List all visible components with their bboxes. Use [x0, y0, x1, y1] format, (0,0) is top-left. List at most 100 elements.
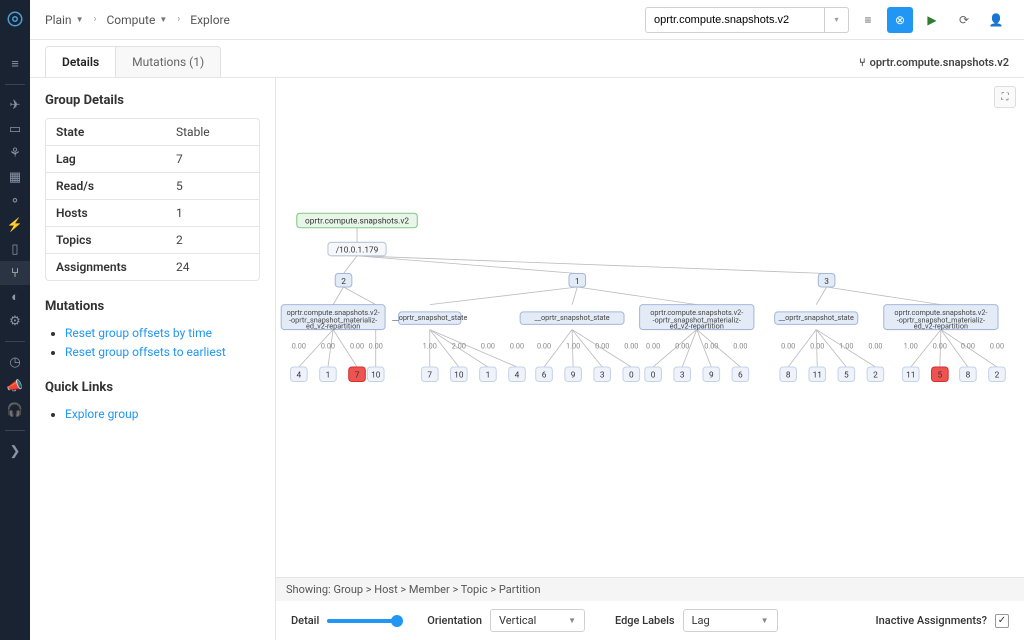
widget-icon[interactable]: ▦ [0, 165, 30, 189]
detail-label: Detail [291, 614, 319, 627]
svg-text:3: 3 [824, 277, 829, 287]
svg-text:1: 1 [486, 370, 491, 380]
svg-text:0.00: 0.00 [624, 341, 638, 350]
svg-text:__oprtr_snapshot_state: __oprtr_snapshot_state [779, 313, 854, 322]
edge-labels-select[interactable]: Lag▼ [683, 609, 778, 632]
svg-text:6: 6 [738, 370, 743, 380]
svg-text:0.00: 0.00 [675, 341, 689, 350]
search-input[interactable] [645, 7, 825, 33]
svg-text:__oprtr_snapshot_state: __oprtr_snapshot_state [534, 313, 609, 322]
svg-text:__oprtr_snapshot_state: __oprtr_snapshot_state [392, 313, 467, 322]
svg-text:8: 8 [966, 370, 971, 380]
shield-icon[interactable]: ◐ [0, 285, 30, 309]
link-reset-earliest[interactable]: Reset group offsets to earliest [65, 345, 226, 359]
left-panel: Group Details StateStable Lag7 Read/s5 H… [30, 78, 275, 640]
gear-icon[interactable]: ⚙ [0, 309, 30, 333]
edge-labels-label: Edge Labels [615, 614, 675, 627]
svg-text:0.00: 0.00 [321, 341, 335, 350]
svg-text:2: 2 [995, 370, 1000, 380]
svg-text:0.00: 0.00 [595, 341, 609, 350]
svg-text:0: 0 [629, 370, 634, 380]
link-explore-group[interactable]: Explore group [65, 407, 138, 421]
list-icon[interactable]: ≡ [855, 7, 881, 33]
topbar: Plain ▼ › Compute ▼ › Explore ▾ ≡ ⊗ ▶ ⟳ … [30, 0, 1024, 40]
svg-text:1.00: 1.00 [904, 341, 918, 350]
svg-text:9: 9 [709, 370, 714, 380]
svg-text:1: 1 [575, 277, 580, 287]
svg-text:9: 9 [571, 370, 576, 380]
breadcrumb-section[interactable]: Compute ▼ [107, 13, 168, 27]
fullscreen-button[interactable]: ⛶ [994, 86, 1016, 108]
svg-text:1.00: 1.00 [566, 341, 580, 350]
breadcrumb-env[interactable]: Plain ▼ [45, 13, 83, 27]
quick-links-title: Quick Links [45, 380, 260, 395]
svg-text:0.00: 0.00 [781, 341, 795, 350]
refresh-icon[interactable]: ⟳ [951, 7, 977, 33]
svg-text:7: 7 [427, 370, 432, 380]
showing-text: Showing: Group > Host > Member > Topic >… [276, 578, 1024, 601]
svg-text:ed_v2-repartition: ed_v2-repartition [306, 322, 360, 331]
svg-text:0.00: 0.00 [961, 341, 975, 350]
topology-graph[interactable]: oprtr.compute.snapshots.v2 /10.0.1.179 2… [276, 78, 1024, 577]
svg-text:0.00: 0.00 [510, 341, 524, 350]
collapse-icon[interactable]: ❯ [0, 439, 30, 463]
orientation-select[interactable]: Vertical▼ [490, 609, 585, 632]
send-icon[interactable]: ✈ [0, 93, 30, 117]
sidebar: ≡ ✈ ▭ ⚘ ▦ ⚬ ⚡ ▯ ⑂ ◐ ⚙ ◷ 📣 🎧 ❯ [0, 0, 30, 640]
breadcrumb-page: Explore [190, 13, 230, 27]
svg-text:10: 10 [454, 370, 464, 380]
svg-text:3: 3 [600, 370, 605, 380]
mutations-title: Mutations [45, 299, 260, 314]
announce-icon[interactable]: 📣 [0, 374, 30, 398]
svg-text:11: 11 [906, 370, 915, 380]
svg-text:4: 4 [515, 370, 520, 380]
svg-text:2: 2 [873, 370, 878, 380]
play-button[interactable]: ▶ [919, 7, 945, 33]
detail-slider[interactable] [327, 619, 397, 623]
search-dropdown-icon[interactable]: ▾ [825, 7, 849, 33]
svg-text:0.00: 0.00 [537, 341, 551, 350]
svg-text:ed_v2-repartition: ed_v2-repartition [670, 322, 724, 331]
svg-text:1: 1 [326, 370, 331, 380]
group-details-title: Group Details [45, 93, 260, 108]
user-icon[interactable]: 👤 [983, 7, 1009, 33]
folder-icon[interactable]: ▭ [0, 117, 30, 141]
svg-text:1.00: 1.00 [839, 341, 853, 350]
group-details-table: StateStable Lag7 Read/s5 Hosts1 Topics2 … [45, 118, 260, 281]
svg-text:2: 2 [341, 277, 346, 287]
svg-text:1.00: 1.00 [423, 341, 437, 350]
link-reset-time[interactable]: Reset group offsets by time [65, 326, 212, 340]
svg-text:0.00: 0.00 [481, 341, 495, 350]
doc-icon[interactable]: ▯ [0, 237, 30, 261]
branch-indicator: ⑂ oprtr.compute.snapshots.v2 [859, 56, 1009, 77]
inactive-label: Inactive Assignments? [876, 614, 987, 627]
svg-text:4: 4 [297, 370, 302, 380]
svg-text:2.00: 2.00 [452, 341, 466, 350]
svg-text:5: 5 [844, 370, 849, 380]
svg-text:0.00: 0.00 [704, 341, 718, 350]
svg-text:5: 5 [938, 370, 943, 380]
tab-details[interactable]: Details [46, 47, 116, 77]
plug-icon[interactable]: ⚡ [0, 213, 30, 237]
menu-icon[interactable]: ≡ [0, 52, 30, 76]
graph-panel: ⛶ [275, 78, 1024, 640]
svg-text:0.00: 0.00 [933, 341, 947, 350]
svg-text:7: 7 [355, 370, 360, 380]
app-logo[interactable] [6, 10, 24, 32]
breadcrumb: Plain ▼ › Compute ▼ › Explore [45, 13, 230, 27]
inactive-checkbox[interactable]: ✓ [995, 614, 1009, 628]
share-icon[interactable]: ⚬ [0, 189, 30, 213]
branch-icon[interactable]: ⑂ [0, 261, 30, 285]
svg-text:11: 11 [813, 370, 822, 380]
clock-icon[interactable]: ◷ [0, 350, 30, 374]
svg-text:0.00: 0.00 [646, 341, 660, 350]
svg-text:0.00: 0.00 [292, 341, 306, 350]
svg-text:0.00: 0.00 [369, 341, 383, 350]
help-icon[interactable]: 🎧 [0, 398, 30, 422]
svg-text:0.00: 0.00 [350, 341, 364, 350]
org-icon[interactable]: ⚘ [0, 141, 30, 165]
stop-button[interactable]: ⊗ [887, 7, 913, 33]
tab-mutations[interactable]: Mutations (1) [116, 47, 220, 77]
svg-text:0.00: 0.00 [810, 341, 824, 350]
svg-text:ed_v2-repartition: ed_v2-repartition [914, 322, 968, 331]
